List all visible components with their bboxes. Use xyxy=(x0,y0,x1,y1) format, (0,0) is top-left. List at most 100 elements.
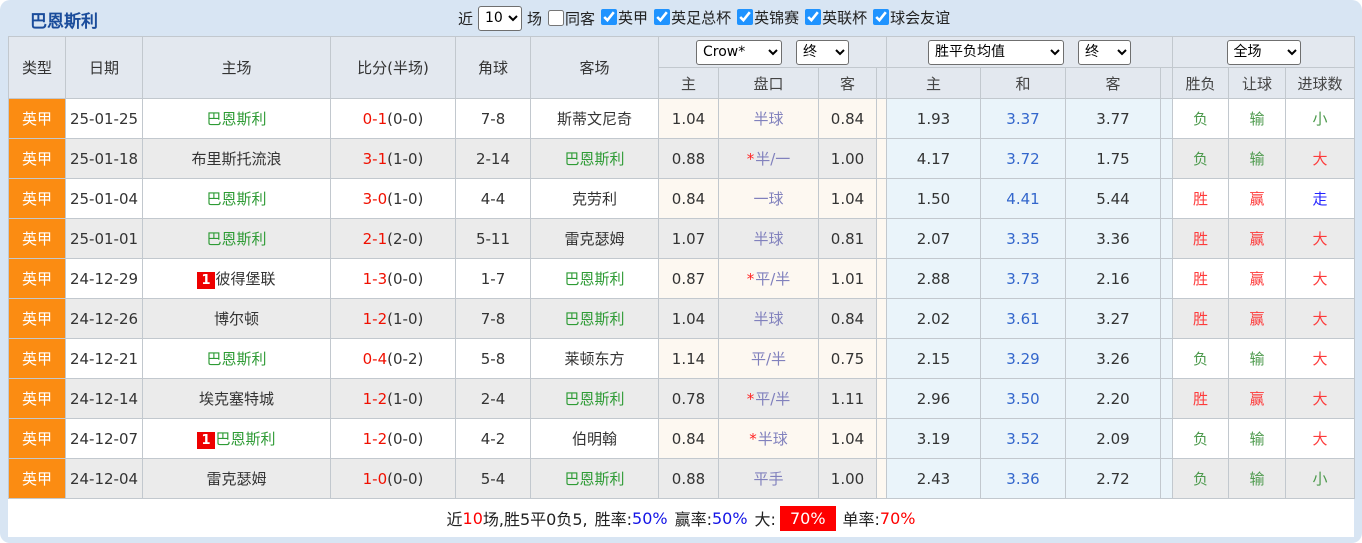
draw-odds-cell: 3.35 xyxy=(981,219,1066,259)
red-card-badge: 1 xyxy=(197,272,214,289)
league-checkbox[interactable] xyxy=(805,9,821,25)
result-cell: 负 xyxy=(1173,99,1229,139)
matches-table: 类型 日期 主场 比分(半场) 角球 客场 Crow* 终 xyxy=(8,36,1355,499)
home-win-odds-cell: 1.93 xyxy=(887,99,981,139)
league-checkbox[interactable] xyxy=(601,9,617,25)
league-filter-group: 英甲英足总杯英锦赛英联杯球会友谊 xyxy=(595,7,950,30)
date-cell: 25-01-01 xyxy=(66,219,143,259)
draw-odds-cell: 3.73 xyxy=(981,259,1066,299)
ah-line-cell: 平手 xyxy=(719,459,819,499)
goals-result-cell: 大 xyxy=(1286,419,1355,459)
date-cell: 24-12-26 xyxy=(66,299,143,339)
single-rate-value: 70% xyxy=(880,509,916,528)
section-separator xyxy=(1161,179,1173,219)
result-cell: 胜 xyxy=(1173,179,1229,219)
handicap-result-cell: 输 xyxy=(1229,99,1286,139)
league-checkbox[interactable] xyxy=(873,9,889,25)
home-win-odds-cell: 2.88 xyxy=(887,259,981,299)
home-team-cell: 1巴恩斯利 xyxy=(143,419,331,459)
ah-home-odds-cell: 0.87 xyxy=(659,259,719,299)
odds-type-select[interactable]: 胜平负均值 xyxy=(928,40,1064,65)
odds-time-select[interactable]: 终 xyxy=(1078,40,1131,65)
away-win-odds-cell: 3.77 xyxy=(1066,99,1161,139)
ah-line-cell: *半/一 xyxy=(719,139,819,179)
ah-home-odds-cell: 0.88 xyxy=(659,139,719,179)
handicap-result-cell: 输 xyxy=(1229,339,1286,379)
ah-away-odds-cell: 0.81 xyxy=(819,219,877,259)
home-team-cell: 巴恩斯利 xyxy=(143,219,331,259)
goals-result-cell: 小 xyxy=(1286,99,1355,139)
league-filter-label: 英甲 xyxy=(618,7,648,28)
bookmaker-select[interactable]: Crow* xyxy=(696,40,782,65)
match-rows: 英甲25-01-25巴恩斯利0-1(0-0)7-8斯蒂文尼奇1.04半球0.84… xyxy=(9,99,1355,499)
home-team-name: 雷克瑟姆 xyxy=(206,470,266,488)
corners-cell: 7-8 xyxy=(456,99,531,139)
section-separator xyxy=(877,379,887,419)
home-team-name: 巴恩斯利 xyxy=(206,350,266,368)
section-separator xyxy=(877,179,887,219)
scope-select[interactable]: 全场 xyxy=(1227,40,1301,65)
same-away-checkbox[interactable] xyxy=(548,10,564,26)
ah-line-cell: *平/半 xyxy=(719,379,819,419)
match-row: 英甲24-12-04雷克瑟姆1-0(0-0)5-4巴恩斯利0.88平手1.002… xyxy=(9,459,1355,499)
league-filter[interactable]: 英甲 xyxy=(595,7,648,28)
handicap-result-cell: 赢 xyxy=(1229,219,1286,259)
league-checkbox[interactable] xyxy=(737,9,753,25)
league-filter[interactable]: 英足总杯 xyxy=(648,7,731,28)
same-away-label: 同客 xyxy=(565,8,595,29)
league-filter[interactable]: 球会友谊 xyxy=(867,7,950,28)
match-row: 英甲25-01-04巴恩斯利3-0(1-0)4-4克劳利0.84一球1.041.… xyxy=(9,179,1355,219)
away-team-name: 伯明翰 xyxy=(572,430,617,448)
top-bar: 巴恩斯利 近 10 场 同客 英甲英足总杯英锦赛英联杯球会友谊 xyxy=(0,0,1362,36)
summary-record: 场,胜5平0负5, xyxy=(483,506,588,530)
date-cell: 25-01-04 xyxy=(66,179,143,219)
sub-header-ah-line: 盘口 xyxy=(719,68,819,99)
match-row: 英甲24-12-26博尔顿1-2(1-0)7-8巴恩斯利1.04半球0.842.… xyxy=(9,299,1355,339)
ah-away-odds-cell: 1.01 xyxy=(819,259,877,299)
away-team-name: 巴恩斯利 xyxy=(564,270,624,288)
away-win-odds-cell: 2.20 xyxy=(1066,379,1161,419)
ah-line-cell: *半球 xyxy=(719,419,819,459)
league-cell: 英甲 xyxy=(9,99,66,139)
ah-away-odds-cell: 1.11 xyxy=(819,379,877,419)
league-checkbox[interactable] xyxy=(654,9,670,25)
home-team-name: 巴恩斯利 xyxy=(206,110,266,128)
match-row: 英甲24-12-071巴恩斯利1-2(0-0)4-2伯明翰0.84*半球1.04… xyxy=(9,419,1355,459)
ah-away-odds-cell: 1.04 xyxy=(819,419,877,459)
ah-time-select[interactable]: 终 xyxy=(796,40,849,65)
home-win-odds-cell: 1.50 xyxy=(887,179,981,219)
corners-cell: 1-7 xyxy=(456,259,531,299)
recent-count-select[interactable]: 10 xyxy=(478,6,522,31)
away-team-name: 克劳利 xyxy=(572,190,617,208)
ah-away-odds-cell: 1.00 xyxy=(819,459,877,499)
section-separator xyxy=(1161,219,1173,259)
result-cell: 负 xyxy=(1173,339,1229,379)
result-cell: 胜 xyxy=(1173,379,1229,419)
same-away-filter[interactable]: 同客 xyxy=(542,8,595,29)
home-team-name: 博尔顿 xyxy=(214,310,259,328)
home-team-name: 布里斯托流浪 xyxy=(191,150,281,168)
section-separator xyxy=(877,99,887,139)
league-filter[interactable]: 英锦赛 xyxy=(731,7,799,28)
away-team-cell: 巴恩斯利 xyxy=(531,379,659,419)
ah-line-cell: 半球 xyxy=(719,99,819,139)
away-team-name: 巴恩斯利 xyxy=(564,150,624,168)
sub-header-goals: 进球数 xyxy=(1286,68,1355,99)
league-cell: 英甲 xyxy=(9,139,66,179)
corners-cell: 5-11 xyxy=(456,219,531,259)
section-separator xyxy=(1161,459,1173,499)
ah-line-cell: 一球 xyxy=(719,179,819,219)
score-cell: 3-0(1-0) xyxy=(331,179,456,219)
league-filter[interactable]: 英联杯 xyxy=(799,7,867,28)
draw-odds-cell: 3.50 xyxy=(981,379,1066,419)
date-cell: 24-12-21 xyxy=(66,339,143,379)
away-team-cell: 莱顿东方 xyxy=(531,339,659,379)
col-header-corners: 角球 xyxy=(456,37,531,99)
score-cell: 2-1(2-0) xyxy=(331,219,456,259)
summary-bar: 近10场,胜5平0负5, 胜率:50% 赢率:50% 大:70% 单率:70% xyxy=(8,499,1354,537)
ah-line-cell: *平/半 xyxy=(719,259,819,299)
league-cell: 英甲 xyxy=(9,419,66,459)
section-separator xyxy=(1161,299,1173,339)
home-team-name: 巴恩斯利 xyxy=(206,230,266,248)
recent-label-suffix: 场 xyxy=(527,8,542,29)
